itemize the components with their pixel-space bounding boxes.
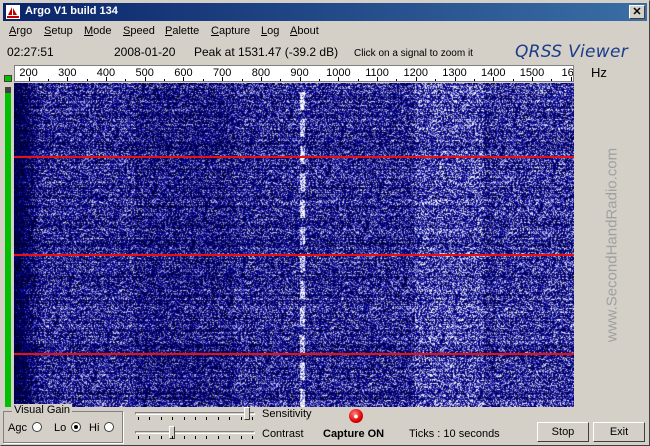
ruler-tick: [202, 79, 204, 81]
gain-agc-label: Agc: [8, 422, 27, 434]
ruler-label: 1100: [365, 67, 389, 79]
menu-setup[interactable]: Setup: [44, 25, 73, 37]
ruler-tick: [125, 79, 127, 81]
visual-gain-group: Visual Gain Agc Lo Hi: [3, 404, 123, 443]
signal-level-meter: [4, 75, 12, 407]
waterfall-canvas[interactable]: [14, 83, 574, 407]
ruler-tick: [357, 79, 359, 81]
gain-radio-agc[interactable]: Agc: [8, 422, 43, 434]
ruler-tick: [280, 79, 282, 81]
clock-time: 02:27:51: [7, 45, 54, 59]
clock-date: 2008-01-20: [114, 45, 176, 59]
ticks-readout: Ticks : 10 seconds: [409, 428, 500, 440]
sensitivity-ticks: [135, 417, 255, 420]
app-window: Argo V1 build 134 ✕ Argo Setup Mode Spee…: [0, 0, 650, 446]
ruler-label: 1400: [480, 67, 506, 79]
sailboat-icon: [6, 5, 20, 19]
ruler-tick: [473, 79, 475, 81]
ruler-label: 1200: [403, 67, 429, 79]
ruler-label: 200: [19, 67, 38, 79]
ruler-label: 500: [135, 67, 154, 79]
ruler-tick: [512, 79, 514, 81]
ruler-label: 160: [561, 67, 574, 79]
ruler-tick: [318, 79, 320, 81]
menu-log[interactable]: Log: [261, 25, 279, 37]
radio-hi-icon[interactable]: [104, 422, 115, 432]
menu-about[interactable]: About: [290, 25, 319, 37]
menu-bar: Argo Setup Mode Speed Palette Capture Lo…: [3, 23, 647, 41]
ruler-tick: [241, 79, 243, 81]
gain-lo-label: Lo: [54, 422, 67, 434]
ruler-tick: [164, 79, 166, 81]
menu-palette[interactable]: Palette: [165, 25, 199, 37]
ruler-label: 1000: [326, 67, 351, 79]
menu-mode[interactable]: Mode: [84, 25, 112, 37]
ruler-label: 300: [58, 67, 77, 79]
contrast-ticks: [135, 436, 255, 439]
ruler-tick: [396, 79, 398, 81]
ruler-label: 900: [290, 67, 309, 79]
level-indicator-square: [4, 75, 12, 82]
gain-hi-label: Hi: [89, 422, 100, 434]
title-bar[interactable]: Argo V1 build 134 ✕: [3, 3, 647, 21]
zoom-hint: Click on a signal to zoom it: [354, 48, 473, 59]
ruler-tick: [86, 79, 88, 81]
ruler-label: 700: [212, 67, 232, 79]
ruler-tick: [551, 79, 553, 81]
exit-button[interactable]: Exit: [593, 422, 645, 442]
frequency-ruler[interactable]: 200 300 400 500 600 700 800 900 1000 1100 1200 1300…: [14, 65, 574, 82]
ruler-label: 600: [174, 67, 193, 79]
window-title: Argo V1 build 134: [25, 5, 118, 17]
watermark-panel: www.SecondHandRadio.com: [577, 83, 647, 407]
peak-readout: Peak at 1531.47 (-39.2 dB): [194, 45, 339, 59]
ruler-tick: [47, 79, 49, 81]
visual-gain-label: Visual Gain: [12, 404, 73, 416]
waterfall-display[interactable]: [14, 83, 574, 407]
radio-lo-icon[interactable]: [71, 422, 82, 432]
time-marker-line: [14, 254, 574, 256]
website-watermark: www.SecondHandRadio.com: [603, 147, 621, 343]
contrast-label: Contrast: [262, 428, 304, 440]
qrss-viewer-logo: QRSS Viewer: [515, 42, 629, 62]
contrast-groove: [135, 431, 255, 434]
info-bar: 02:27:51 2008-01-20 Peak at 1531.47 (-39…: [1, 41, 649, 63]
frequency-unit: Hz: [591, 65, 607, 80]
capture-indicator-icon: ●: [349, 409, 363, 423]
menu-capture[interactable]: Capture: [211, 25, 250, 37]
gain-radio-lo[interactable]: Lo: [54, 422, 82, 434]
menu-speed[interactable]: Speed: [123, 25, 155, 37]
contrast-slider[interactable]: [135, 426, 255, 440]
time-marker-line: [14, 156, 574, 158]
ruler-label: 1300: [442, 67, 467, 79]
gain-radio-hi[interactable]: Hi: [89, 422, 115, 434]
stop-button[interactable]: Stop: [537, 422, 589, 442]
close-button[interactable]: ✕: [629, 5, 645, 19]
menu-argo[interactable]: Argo: [9, 25, 32, 37]
level-fill: [5, 93, 11, 407]
ruler-label: 800: [251, 67, 271, 79]
capture-status: Capture ON: [323, 428, 385, 440]
ruler-tick: [435, 79, 437, 81]
sensitivity-groove: [135, 412, 255, 415]
ruler-label: 1500: [519, 67, 545, 79]
sensitivity-slider[interactable]: [135, 407, 255, 421]
radio-agc-icon[interactable]: [32, 422, 43, 432]
ruler-label: 400: [96, 67, 116, 79]
sensitivity-label: Sensitivity: [262, 408, 312, 420]
level-track: [5, 87, 11, 407]
time-marker-line: [14, 353, 574, 355]
